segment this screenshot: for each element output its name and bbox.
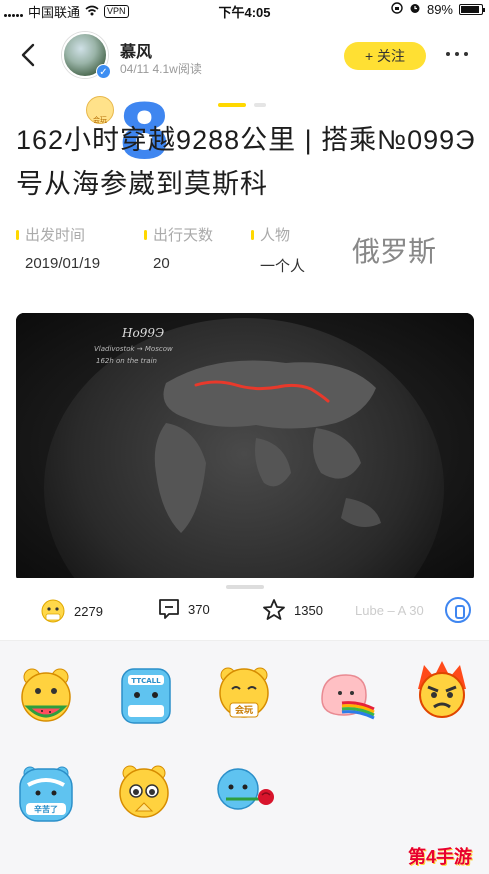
- page-indicator: [218, 103, 266, 107]
- map-handwriting-title: Ho99Э: [121, 326, 164, 340]
- comment-count: 370: [188, 601, 210, 617]
- xinkule-emoji[interactable]: 辛苦了: [14, 761, 78, 825]
- article-title: 162小时穿越9288公里 | 搭乘№099Э号从海参崴到莫斯科: [16, 125, 476, 199]
- page-dot: [254, 103, 266, 107]
- info-value: 一个人: [260, 258, 306, 275]
- svg-text:辛苦了: 辛苦了: [34, 804, 58, 814]
- svg-text:会玩: 会玩: [235, 704, 253, 716]
- route-map-image[interactable]: Ho99Э Vladivostok → Moscow 162h on the t…: [16, 313, 474, 583]
- tcall-emoji[interactable]: TTCALL: [114, 663, 178, 727]
- battery-fill: [461, 6, 479, 13]
- star-icon: [263, 599, 285, 620]
- peach-rainbow-emoji[interactable]: [312, 665, 376, 729]
- info-departure: 出发时间 2019/01/19: [16, 224, 100, 272]
- info-value: 2019/01/19: [25, 255, 101, 272]
- info-value: 20: [153, 255, 170, 272]
- rotation-lock-icon: [391, 2, 403, 17]
- dot-icon: [446, 52, 450, 56]
- angry-fire-emoji[interactable]: [410, 659, 474, 723]
- article-header: ✓ 慕风 04/11 4.1w阅读 + 关注: [0, 24, 489, 107]
- info-label: 人物: [251, 224, 305, 245]
- map-handwriting-route: Vladivostok → Moscow: [94, 345, 173, 353]
- action-bar: 2279 370 1350 Lube – A 30: [0, 578, 489, 638]
- status-right: 89%: [391, 2, 485, 17]
- verified-badge-icon: ✓: [96, 64, 111, 79]
- more-options-button[interactable]: [446, 52, 476, 56]
- like-count: 2279: [74, 603, 103, 619]
- comment-icon: [159, 599, 179, 619]
- follow-button[interactable]: + 关注: [344, 42, 426, 70]
- post-meta: 04/11 4.1w阅读: [120, 62, 202, 76]
- dot-icon: [455, 52, 459, 56]
- map-handwriting-duration: 162h on the train: [96, 357, 157, 365]
- alarm-icon: [409, 2, 421, 17]
- battery-icon: [459, 4, 485, 15]
- battery-percent: 89%: [426, 2, 453, 17]
- info-label: 出行天数: [144, 224, 213, 245]
- destination-label: 俄罗斯: [352, 236, 437, 267]
- info-people: 人物 一个人: [251, 224, 305, 276]
- author-name[interactable]: 慕风: [120, 38, 152, 62]
- begging-emoji[interactable]: [112, 761, 176, 825]
- star-count: 1350: [294, 602, 323, 618]
- status-bar: 中国联通 VPN 下午4:05 89%: [0, 0, 489, 20]
- huiwan-emoji[interactable]: 会玩: [212, 661, 276, 725]
- page-dot-active: [218, 103, 246, 107]
- rose-emoji[interactable]: [212, 759, 276, 823]
- watermelon-emoji[interactable]: [14, 663, 78, 727]
- favorite-button[interactable]: 1350: [262, 598, 323, 622]
- info-days: 出行天数 20: [144, 224, 213, 272]
- continent-eurasia: [163, 360, 376, 429]
- like-button[interactable]: 2279: [40, 598, 103, 624]
- chevron-left-icon: [21, 43, 35, 67]
- music-loop-icon[interactable]: [445, 597, 471, 623]
- back-button[interactable]: [14, 38, 42, 72]
- info-label: 出发时间: [16, 224, 100, 245]
- svg-text:TTCALL: TTCALL: [131, 677, 161, 685]
- dot-icon: [464, 52, 468, 56]
- globe-map: Ho99Э Vladivostok → Moscow 162h on the t…: [16, 313, 474, 583]
- site-watermark: 第4手游: [408, 847, 473, 867]
- comment-button[interactable]: 370: [158, 598, 210, 620]
- huiwan-like-icon: [41, 599, 65, 623]
- drag-handle[interactable]: [226, 585, 264, 589]
- emoji-panel: TTCALL 会玩 辛苦了: [0, 640, 489, 874]
- music-title-faint: Lube – A 30: [355, 603, 424, 618]
